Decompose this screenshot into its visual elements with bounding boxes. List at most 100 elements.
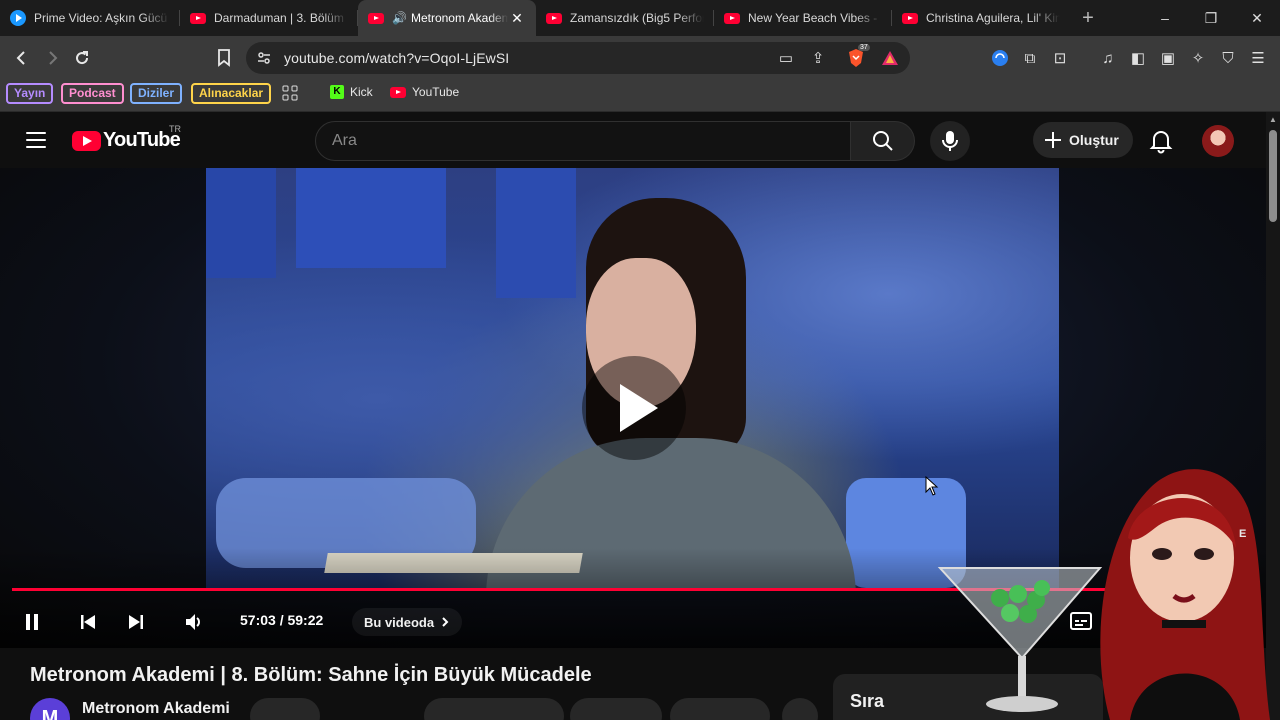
video-player[interactable]: 57:03 / 59:22 Bu videoda	[0, 168, 1266, 648]
chevron-right-icon	[442, 617, 449, 627]
create-button[interactable]: Oluştur	[1033, 122, 1133, 158]
youtube-icon	[724, 12, 740, 24]
pause-button[interactable]	[20, 608, 44, 636]
browser-window: Prime Video: Aşkın Gücü Darmaduman | 3. …	[0, 0, 1280, 720]
leo-ai-icon[interactable]: ✧	[1188, 48, 1208, 68]
bookmark-folder-alinacaklar[interactable]: Alınacaklar	[191, 83, 272, 104]
edge-letter: E	[1239, 528, 1247, 540]
extensions-icon[interactable]: ⧉	[1020, 48, 1040, 68]
search-input[interactable]	[332, 132, 832, 150]
queue-panel[interactable]: Sıra	[833, 674, 1103, 720]
bookmarks-bar: Yayın Podcast Diziler Alınacaklar K Kick…	[0, 80, 1280, 112]
volume-icon	[186, 614, 200, 630]
tab-new-year[interactable]: New Year Beach Vibes -	[714, 0, 892, 36]
forward-icon[interactable]	[40, 46, 64, 70]
next-button[interactable]	[124, 608, 148, 636]
guide-menu-icon[interactable]	[26, 132, 46, 148]
video-title: Metronom Akademi | 8. Bölüm: Sahne İçin …	[30, 664, 592, 686]
skip-previous-icon	[81, 615, 95, 629]
scroll-up-arrow-icon[interactable]: ▲	[1269, 115, 1277, 124]
like-button[interactable]	[424, 698, 564, 720]
sync-extension-icon[interactable]	[990, 48, 1010, 68]
close-tab-icon[interactable]: ✕	[508, 9, 526, 27]
tab-label: New Year Beach Vibes -	[748, 11, 878, 25]
bookmark-kick[interactable]: K Kick	[330, 85, 373, 99]
tab-prime-video[interactable]: Prime Video: Aşkın Gücü	[0, 0, 180, 36]
microphone-icon	[942, 131, 958, 151]
chapters-button[interactable]: Bu videoda	[352, 608, 463, 636]
screenshot-icon[interactable]: ⊡	[1050, 48, 1070, 68]
reload-icon[interactable]	[70, 46, 94, 70]
minimize-button[interactable]: –	[1142, 0, 1188, 36]
channel-avatar[interactable]: M	[30, 698, 70, 720]
subtitles-icon	[1070, 612, 1092, 630]
youtube-icon	[390, 86, 406, 98]
bookmark-icon[interactable]	[212, 46, 236, 70]
notifications-bell-icon[interactable]	[1148, 128, 1174, 154]
bookmark-folder-yayin[interactable]: Yayın	[6, 83, 54, 104]
pause-icon	[26, 614, 38, 630]
sidebar-icon[interactable]: ◧	[1128, 48, 1148, 68]
save-button[interactable]	[670, 698, 770, 720]
time-display: 57:03 / 59:22	[240, 612, 324, 628]
tab-darmaduman[interactable]: Darmaduman | 3. Bölüm	[180, 0, 358, 36]
cast-icon[interactable]: ▭	[776, 48, 796, 68]
skip-next-icon	[129, 615, 143, 629]
page-scrollbar[interactable]: ▲	[1266, 112, 1280, 720]
new-tab-button[interactable]: +	[1070, 7, 1106, 30]
backdrop-shape	[296, 168, 446, 268]
bookmark-folder-podcast[interactable]: Podcast	[61, 83, 124, 104]
channel-name[interactable]: Metronom Akademi	[82, 700, 230, 718]
apps-grid-icon[interactable]	[282, 85, 298, 101]
channel-row: M Metronom Akademi	[30, 698, 830, 720]
kick-icon: K	[330, 85, 344, 99]
media-controls-icon[interactable]: ♫	[1098, 48, 1118, 68]
scrollbar-thumb[interactable]	[1269, 130, 1277, 222]
prime-video-icon	[10, 10, 26, 26]
wallet-icon[interactable]: ▣	[1158, 48, 1178, 68]
bookmark-label: Kick	[350, 85, 373, 99]
more-actions-button[interactable]	[782, 698, 818, 720]
bookmark-folder-diziler[interactable]: Diziler	[130, 83, 183, 104]
url-text: youtube.com/watch?v=OqoI-LjEwSI	[284, 50, 510, 66]
site-settings-icon[interactable]	[256, 50, 272, 71]
plus-icon	[1045, 132, 1061, 148]
share-button[interactable]	[570, 698, 662, 720]
tab-label: Christina Aguilera, Lil' Kim	[926, 11, 1060, 25]
progress-bar[interactable]	[12, 588, 1254, 591]
youtube-icon	[368, 12, 384, 24]
queue-title: Sıra	[850, 691, 885, 711]
restore-button[interactable]: ❐	[1188, 0, 1234, 36]
bookmark-youtube[interactable]: YouTube	[390, 85, 459, 99]
create-label: Oluştur	[1069, 132, 1119, 148]
account-avatar[interactable]	[1202, 125, 1234, 157]
vpn-icon[interactable]: ⛉	[1218, 48, 1238, 68]
youtube-icon	[546, 12, 562, 24]
tab-zamansizdik[interactable]: Zamansızdık (Big5 Performance)	[536, 0, 714, 36]
backdrop-shape	[206, 168, 276, 278]
share-icon[interactable]: ⇪	[808, 48, 828, 68]
menu-icon[interactable]: ☰	[1248, 48, 1268, 68]
volume-button[interactable]	[182, 608, 206, 636]
channel-action-button[interactable]	[250, 698, 320, 720]
previous-button[interactable]	[76, 608, 100, 636]
tab-christina[interactable]: Christina Aguilera, Lil' Kim	[892, 0, 1070, 36]
tab-metronom-active[interactable]: 🔊 Metronom Akademi ✕	[358, 0, 536, 36]
bookmark-label: YouTube	[412, 85, 460, 99]
youtube-logo-icon	[72, 130, 101, 151]
youtube-masthead: YouTube TR Oluştur	[0, 112, 1266, 168]
brave-rewards-icon[interactable]	[880, 48, 900, 68]
close-window-button[interactable]: ✕	[1234, 0, 1280, 36]
subtitles-button[interactable]	[1070, 612, 1092, 635]
youtube-logo[interactable]: YouTube	[72, 129, 181, 152]
brave-shields-icon[interactable]	[846, 48, 866, 68]
speaker-icon[interactable]: 🔊	[392, 11, 407, 25]
browser-toolbar: youtube.com/watch?v=OqoI-LjEwSI ▭ ⇪ 37 ⧉…	[0, 36, 1280, 80]
search-button[interactable]	[851, 121, 915, 161]
large-play-button[interactable]	[582, 356, 686, 460]
address-bar[interactable]: youtube.com/watch?v=OqoI-LjEwSI ▭ ⇪ 37	[246, 42, 910, 74]
back-icon[interactable]	[10, 46, 34, 70]
progress-fill	[12, 588, 1206, 591]
voice-search-button[interactable]	[930, 121, 970, 161]
tab-label: Prime Video: Aşkın Gücü	[34, 11, 168, 25]
